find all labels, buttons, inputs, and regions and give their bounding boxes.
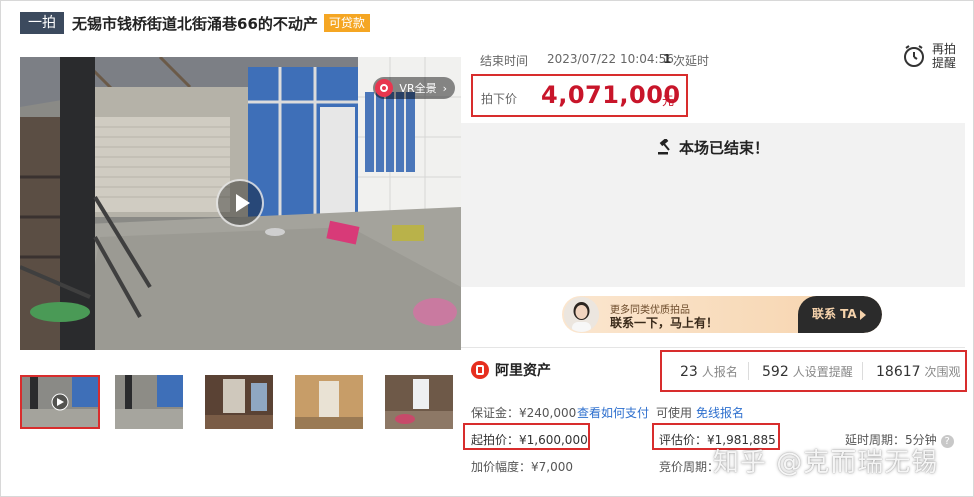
alarm-clock-icon <box>902 44 926 68</box>
bid-period-text: 竞价周期： <box>659 460 720 474</box>
remind-label: 再拍提醒 <box>932 42 957 70</box>
thumbnail-image <box>295 375 363 429</box>
free-signup-link[interactable]: 免线报名 <box>696 404 744 421</box>
how-to-pay-link[interactable]: 查看如何支付 <box>577 404 649 421</box>
vr-icon <box>375 79 394 97</box>
ali-assets-icon <box>471 361 489 379</box>
main-photo[interactable]: VR全景 › <box>20 57 461 350</box>
thumbnail-2[interactable] <box>115 375 183 429</box>
stat-unit: 人设置提醒 <box>792 365 853 379</box>
stat-signups: 23 人报名 <box>680 363 738 380</box>
contact-agent-button[interactable]: 联系 TA <box>798 296 882 333</box>
item-title[interactable]: 无锡市钱桥街道北街涌巷66的不动产 <box>72 13 318 34</box>
help-icon[interactable]: ? <box>940 435 954 448</box>
vr-label: VR全景 <box>399 82 437 95</box>
stat-views: 18617 次围观 <box>876 363 961 380</box>
stat-value: 23 <box>680 364 698 380</box>
vr-panorama-button[interactable]: VR全景 › <box>373 77 455 99</box>
thumbnail-image <box>385 375 453 429</box>
thumbnail-1[interactable] <box>20 375 100 429</box>
thumbnail-strip <box>20 375 461 429</box>
auction-ended-message: 本场已结束！ <box>461 137 965 158</box>
end-time-value: 2023/07/22 10:04:56 <box>547 52 674 66</box>
loan-badge[interactable]: 可贷款 <box>323 14 370 32</box>
auction-status-panel: 本场已结束！ <box>461 123 965 287</box>
delay-count: 1 <box>663 52 672 66</box>
deposit-text: 保证金：¥240,000 <box>471 406 577 420</box>
reauction-remind-button[interactable]: 再拍提醒 <box>902 42 960 70</box>
contact-promo-banner[interactable]: 更多同类优质拍品 联系一下，马上有！ 联系 TA <box>562 296 882 333</box>
chevron-right-icon: › <box>442 81 447 95</box>
usable-text: 可使用 <box>656 406 693 420</box>
stat-reminders: 592 人设置提醒 <box>762 363 853 380</box>
delay-label: 次延时 <box>673 54 710 68</box>
stat-divider <box>748 362 749 380</box>
stat-value: 18617 <box>876 364 921 380</box>
auction-stats: 23 人报名 592 人设置提醒 18617 次围观 <box>660 350 967 392</box>
promo-line-2: 联系一下，马上有！ <box>610 316 719 330</box>
play-video-button[interactable] <box>216 179 264 227</box>
stat-unit: 次围观 <box>924 365 961 379</box>
platform-logo[interactable]: 阿里资产 <box>471 360 551 380</box>
thumbnail-5[interactable] <box>385 375 453 429</box>
auction-type-tag: 一拍 <box>20 12 64 34</box>
title-row: 一拍 无锡市钱桥街道北街涌巷66的不动产 可贷款 <box>20 12 370 34</box>
thumbnail-4[interactable] <box>295 375 363 429</box>
stat-value: 592 <box>762 364 789 380</box>
stat-divider <box>862 362 863 380</box>
end-time-label: 结束时间 <box>480 54 529 68</box>
deal-price-box: 拍下价 4,071,000 元 <box>471 74 688 117</box>
agent-avatar <box>564 297 599 332</box>
start-price-text: 起拍价：¥1,600,000 <box>471 433 588 447</box>
platform-name: 阿里资产 <box>495 363 551 379</box>
increment-text: 加价幅度：¥7,000 <box>471 460 573 474</box>
gavel-icon <box>657 137 673 155</box>
currency-unit: 元 <box>662 94 675 108</box>
deal-price-label: 拍下价 <box>481 92 518 106</box>
ended-text: 本场已结束！ <box>678 139 769 157</box>
thumbnail-image <box>115 375 183 429</box>
thumbnail-image <box>205 375 273 429</box>
thumbnail-3[interactable] <box>205 375 273 429</box>
thumbnail-image <box>22 377 98 427</box>
deal-price-value: 4,071,000 <box>541 81 681 109</box>
stat-unit: 人报名 <box>701 365 738 379</box>
divider <box>461 347 965 348</box>
zhihu-watermark: 知乎 @克而瑞无锡 <box>713 448 939 478</box>
